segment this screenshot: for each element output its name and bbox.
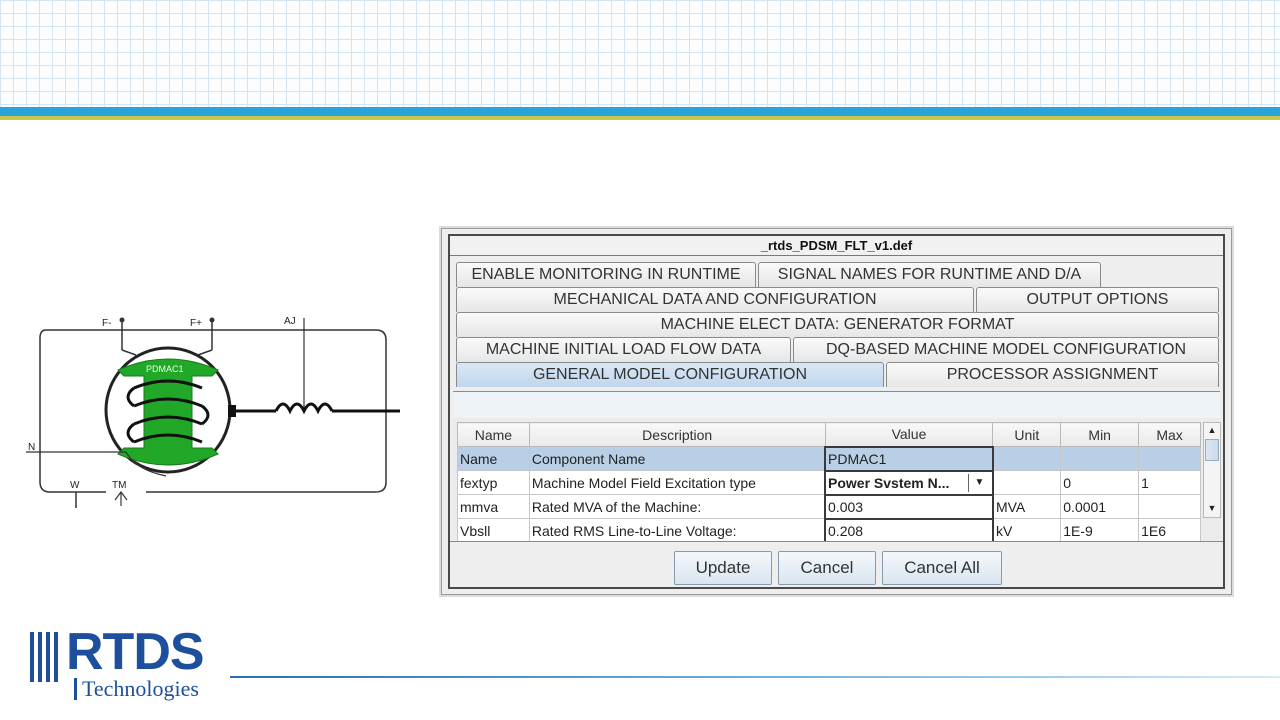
table-row[interactable]: mmva Rated MVA of the Machine: 0.003 MVA… [457,493,1201,520]
cell-max: 1E6 [1138,518,1201,543]
tab-output-options[interactable]: OUTPUT OPTIONS [976,287,1219,312]
update-button[interactable]: Update [674,551,772,585]
table-row[interactable]: Name Component Name PDMAC1 [457,445,1201,472]
slide: F- F+ AJ PDMAC1 N W TM _rtds_PDSM_FLT_v1… [0,0,1280,720]
logo-sub-text: Technologies [82,676,199,701]
tab-signal-names[interactable]: SIGNAL NAMES FOR RUNTIME AND D/A [758,262,1101,287]
cell-value-input[interactable]: 0.208 [824,517,994,544]
table-header-row: Name Description Value Unit Min Max [457,422,1201,447]
label-n: N [28,442,35,453]
cell-unit: kV [992,518,1062,543]
tab-enable-monitoring[interactable]: ENABLE MONITORING IN RUNTIME [456,262,756,287]
scroll-down-icon[interactable]: ▼ [1205,501,1219,515]
header-band-gold [0,116,1280,120]
header-band-blue [0,107,1280,116]
dialog-title: _rtds_PDSM_FLT_v1.def [450,236,1223,256]
col-header-max[interactable]: Max [1138,422,1201,447]
col-header-min[interactable]: Min [1060,422,1140,447]
cell-min: 0 [1060,470,1140,495]
label-aj: AJ [284,316,296,327]
table-scrollbar[interactable]: ▲ ▼ [1203,422,1221,518]
parameter-table: Name Description Value Unit Min Max Name… [457,422,1201,544]
cell-value-input[interactable]: 0.003 [824,493,994,520]
dropdown-selected-value: Power Svstem N... [828,474,950,491]
cell-unit [992,470,1062,495]
header-grid [0,0,1280,108]
cell-description: Rated MVA of the Machine: [528,494,826,519]
cell-description: Component Name [528,446,826,471]
footer-line [230,676,1280,678]
logo-main-text: RTDS [66,623,205,681]
cell-unit: MVA [992,494,1062,519]
scroll-up-icon[interactable]: ▲ [1205,423,1219,437]
tab-processor-assignment[interactable]: PROCESSOR ASSIGNMENT [886,362,1219,387]
table-row[interactable]: fextyp Machine Model Field Excitation ty… [457,469,1201,496]
dialog-frame: _rtds_PDSM_FLT_v1.def ENABLE MONITORING … [448,234,1225,589]
cell-description: Machine Model Field Excitation type [528,470,826,495]
cell-name: mmva [457,494,530,519]
cell-max [1138,446,1201,471]
cell-min: 1E-9 [1060,518,1140,543]
col-header-description[interactable]: Description [528,422,826,447]
cell-name: fextyp [457,470,530,495]
col-header-unit[interactable]: Unit [992,422,1062,447]
logo-divider [74,678,77,700]
label-f-plus: F+ [190,318,202,329]
label-w: W [70,480,80,491]
cell-max [1138,494,1201,519]
cell-min [1060,446,1140,471]
button-bar: Update Cancel Cancel All [450,541,1223,587]
tab-general-model-config[interactable]: GENERAL MODEL CONFIGURATION [456,362,884,387]
scroll-thumb[interactable] [1205,439,1219,461]
cell-value-input[interactable]: PDMAC1 [824,445,994,472]
col-header-value[interactable]: Value [824,422,994,447]
cell-max: 1 [1138,470,1201,495]
tab-machine-elect-data[interactable]: MACHINE ELECT DATA: GENERATOR FORMAT [456,312,1219,337]
cell-min: 0.0001 [1060,494,1140,519]
cell-unit [992,446,1062,471]
tab-mechanical-data[interactable]: MECHANICAL DATA AND CONFIGURATION [456,287,974,312]
chevron-down-icon[interactable]: ▼ [967,473,990,492]
label-tm: TM [112,480,126,491]
col-header-name[interactable]: Name [457,422,530,447]
cancel-button[interactable]: Cancel [778,551,876,585]
tab-panel: Name Description Value Unit Min Max Name… [453,391,1221,544]
table-row[interactable]: Vbsll Rated RMS Line-to-Line Voltage: 0.… [457,517,1201,544]
panel-header-strip [453,392,1220,418]
cancel-all-button[interactable]: Cancel All [882,551,1002,585]
cell-value-dropdown[interactable]: Power Svstem N... ▼ [824,469,994,496]
cell-description: Rated RMS Line-to-Line Voltage: [528,518,826,543]
tab-initial-load-flow[interactable]: MACHINE INITIAL LOAD FLOW DATA [456,337,791,362]
cell-name: Vbsll [457,518,530,543]
machine-diagram: F- F+ AJ PDMAC1 N W TM [26,316,400,508]
tab-dq-model-config[interactable]: DQ-BASED MACHINE MODEL CONFIGURATION [793,337,1219,362]
component-dialog: _rtds_PDSM_FLT_v1.def ENABLE MONITORING … [441,228,1232,595]
label-component: PDMAC1 [146,364,184,374]
rtds-logo: RTDS Technologies [30,623,230,708]
cell-name: Name [457,446,530,471]
label-f-minus: F- [102,318,111,329]
